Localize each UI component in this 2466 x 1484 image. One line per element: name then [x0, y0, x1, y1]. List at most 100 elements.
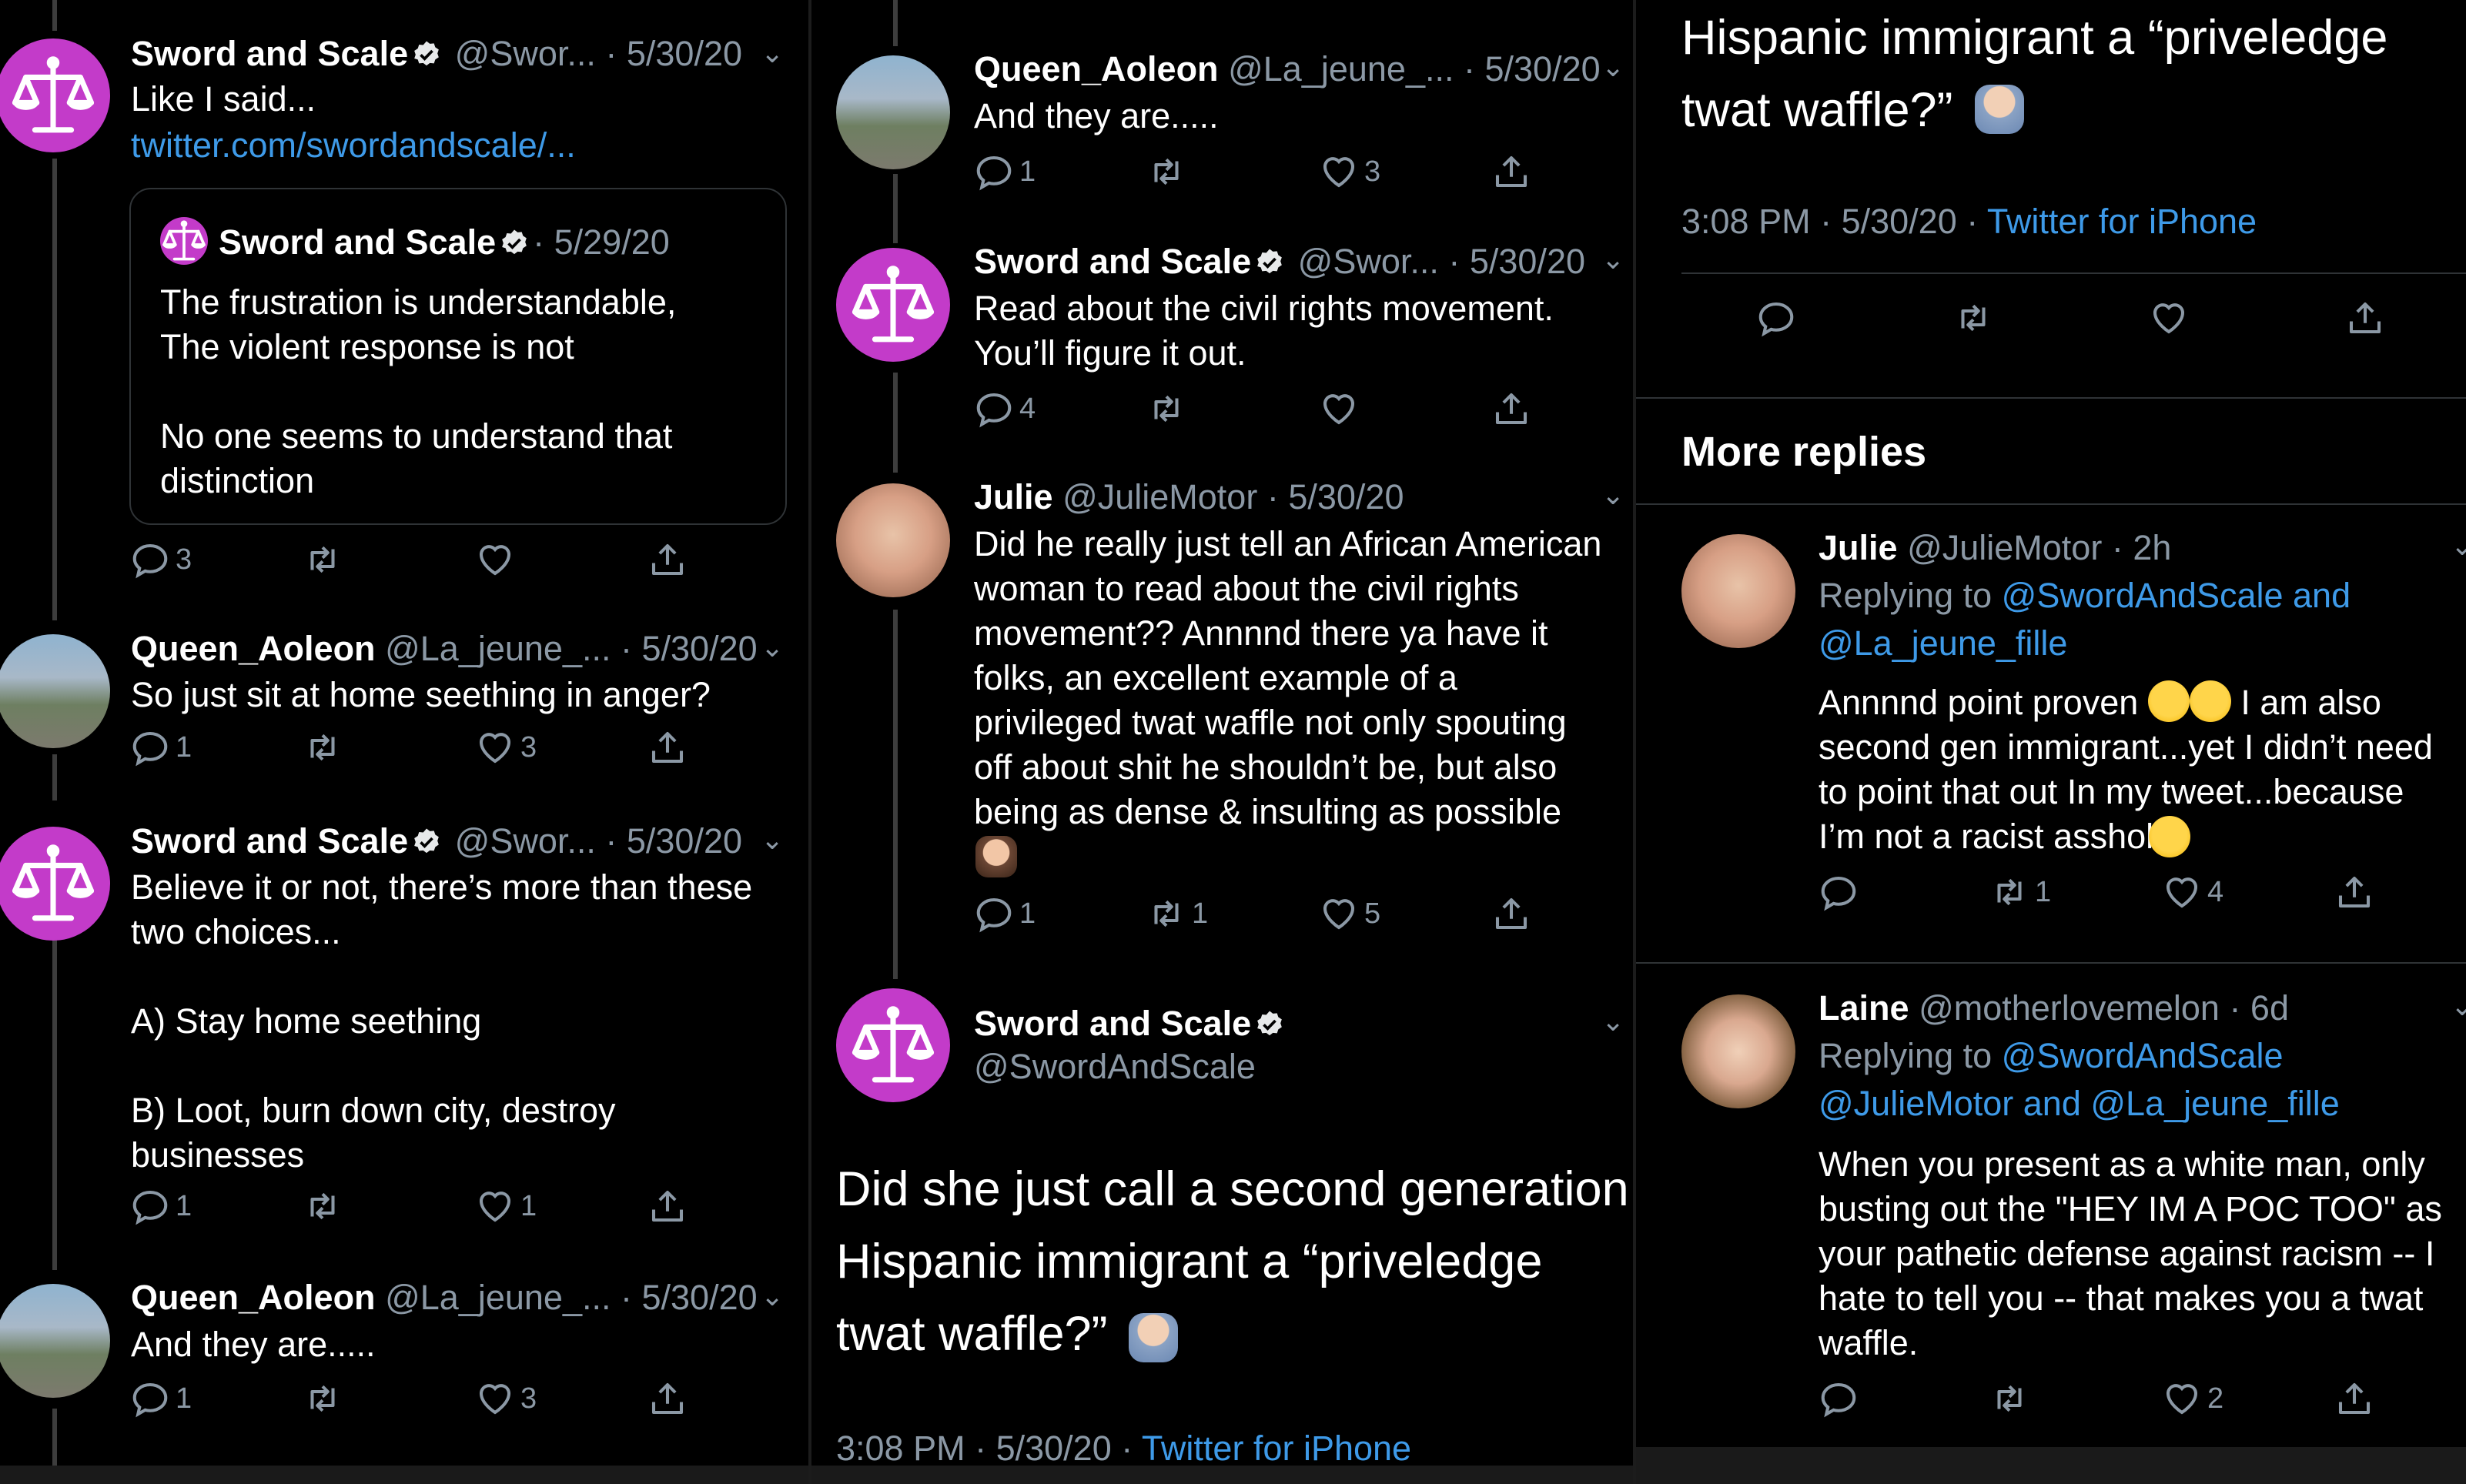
like-button[interactable]: 1 — [474, 1185, 537, 1227]
reply-button[interactable]: 3 — [129, 539, 192, 580]
handle[interactable]: @JulieMotor — [1062, 477, 1257, 516]
retweet-button[interactable] — [302, 539, 348, 580]
handle[interactable]: @Swor... — [455, 821, 596, 861]
chevron-down-icon[interactable]: ⌄ — [1601, 51, 1624, 83]
chevron-down-icon[interactable]: ⌄ — [761, 1280, 784, 1312]
display-name[interactable]: Sword and Scale — [974, 242, 1251, 281]
reply-button[interactable]: 1 — [973, 151, 1036, 192]
reply-button[interactable]: 1 — [129, 1185, 192, 1227]
reply-button[interactable] — [1818, 871, 1864, 913]
avatar[interactable] — [836, 248, 950, 362]
display-name[interactable]: Queen_Aoleon — [131, 1278, 376, 1317]
tweet-date[interactable]: · 5/30/20 — [605, 821, 742, 861]
handle[interactable]: @La_jeune_... — [385, 1278, 611, 1317]
tweet-link[interactable]: twitter.com/swordandscale/... — [131, 123, 576, 168]
handle[interactable]: @Swor... — [455, 34, 596, 73]
share-button[interactable] — [1491, 893, 1532, 934]
mention-link[interactable]: @La_jeune_fille — [1819, 622, 2067, 665]
tweet-date[interactable]: · 5/30/20 — [1267, 477, 1404, 516]
tweet-date[interactable]: · 5/30/20 — [1448, 242, 1585, 281]
share-button[interactable] — [1491, 151, 1532, 192]
display-name[interactable]: Laine — [1819, 988, 1909, 1028]
share-button[interactable] — [647, 539, 688, 580]
reply-button[interactable]: 1 — [973, 893, 1036, 934]
retweet-button[interactable] — [302, 1378, 348, 1419]
avatar[interactable] — [836, 988, 950, 1102]
mention-link[interactable]: @SwordAndScale and — [2002, 576, 2351, 615]
like-button[interactable]: 3 — [474, 1378, 537, 1419]
tweet-text: When you present as a white man, only bu… — [1819, 1145, 2442, 1362]
tweet-date[interactable]: · 6d — [2229, 988, 2289, 1028]
display-name[interactable]: Sword and Scale — [131, 34, 408, 73]
avatar[interactable] — [1681, 534, 1795, 648]
handle[interactable]: @motherlovemelon — [1919, 988, 2220, 1028]
tweet-date[interactable]: · 5/30/20 — [621, 629, 758, 668]
chevron-down-icon[interactable]: ⌄ — [2451, 530, 2466, 562]
like-button[interactable] — [2148, 297, 2190, 339]
avatar[interactable] — [836, 55, 950, 169]
share-button[interactable] — [2334, 871, 2375, 913]
avatar[interactable] — [0, 827, 110, 941]
avatar[interactable] — [0, 1284, 110, 1398]
display-name[interactable]: Sword and Scale — [131, 821, 408, 861]
tweet-date[interactable]: · 5/30/20 — [1464, 49, 1601, 89]
tweet-timestamp[interactable]: 3:08 PM · 5/30/20 · — [1681, 202, 1978, 241]
chevron-down-icon[interactable]: ⌄ — [761, 37, 784, 69]
display-name[interactable]: Julie — [1819, 528, 1898, 567]
reply-button[interactable]: 1 — [129, 1378, 192, 1419]
handle[interactable]: @La_jeune_... — [385, 629, 611, 668]
handle[interactable]: @Swor... — [1298, 242, 1439, 281]
retweet-button[interactable] — [1146, 151, 1192, 192]
avatar[interactable] — [1681, 994, 1795, 1108]
reply-button[interactable]: 1 — [129, 727, 192, 768]
like-button[interactable]: 3 — [474, 727, 537, 768]
like-button[interactable] — [474, 539, 520, 580]
share-button[interactable] — [647, 727, 688, 768]
handle[interactable]: @JulieMotor — [1907, 528, 2102, 567]
like-button[interactable]: 4 — [2161, 871, 2223, 913]
chevron-down-icon[interactable]: ⌄ — [1601, 1005, 1624, 1038]
tweet-timestamp[interactable]: 3:08 PM · 5/30/20 · — [836, 1429, 1133, 1468]
chevron-down-icon[interactable]: ⌄ — [761, 631, 784, 663]
quoted-tweet[interactable]: Sword and Scale · 5/29/20 The frustration… — [129, 188, 787, 525]
like-button[interactable]: 2 — [2161, 1378, 2223, 1419]
tweet-date[interactable]: · 2h — [2112, 528, 2172, 567]
reply-button[interactable]: 4 — [973, 388, 1036, 429]
display-name[interactable]: Queen_Aoleon — [974, 49, 1219, 89]
retweet-button[interactable] — [1952, 297, 1994, 339]
avatar[interactable] — [836, 483, 950, 597]
like-button[interactable]: 5 — [1318, 893, 1380, 934]
chevron-down-icon[interactable]: ⌄ — [1601, 479, 1624, 511]
chevron-down-icon[interactable]: ⌄ — [2451, 990, 2466, 1022]
handle[interactable]: @SwordAndScale — [974, 1045, 1256, 1088]
mention-link[interactable]: @SwordAndScale — [2002, 1036, 2284, 1075]
retweet-button[interactable] — [302, 727, 348, 768]
retweet-button[interactable] — [302, 1185, 348, 1227]
tweet-source[interactable]: Twitter for iPhone — [1142, 1429, 1411, 1468]
mention-link[interactable]: @JulieMotor and @La_jeune_fille — [1819, 1082, 2340, 1125]
share-button[interactable] — [1491, 388, 1532, 429]
chevron-down-icon[interactable]: ⌄ — [761, 824, 784, 856]
display-name[interactable]: Sword and Scale — [974, 1004, 1251, 1043]
share-button[interactable] — [2344, 297, 2386, 339]
reply-button[interactable] — [1818, 1378, 1864, 1419]
display-name[interactable]: Julie — [974, 477, 1053, 516]
retweet-button[interactable] — [1146, 388, 1192, 429]
tweet-date[interactable]: · 5/30/20 — [605, 34, 742, 73]
tweet-source[interactable]: Twitter for iPhone — [1987, 202, 2257, 241]
display-name[interactable]: Queen_Aoleon — [131, 629, 376, 668]
like-button[interactable]: 3 — [1318, 151, 1380, 192]
share-button[interactable] — [647, 1378, 688, 1419]
share-button[interactable] — [647, 1185, 688, 1227]
retweet-button[interactable]: 1 — [1146, 893, 1208, 934]
avatar[interactable] — [0, 634, 110, 748]
handle[interactable]: @La_jeune_... — [1228, 49, 1454, 89]
like-button[interactable] — [1318, 388, 1364, 429]
retweet-button[interactable]: 1 — [1989, 871, 2051, 913]
share-button[interactable] — [2334, 1378, 2375, 1419]
tweet-date[interactable]: · 5/30/20 — [621, 1278, 758, 1317]
reply-button[interactable] — [1755, 297, 1797, 339]
chevron-down-icon[interactable]: ⌄ — [1601, 243, 1624, 276]
retweet-button[interactable] — [1989, 1378, 2035, 1419]
avatar[interactable] — [0, 38, 110, 152]
